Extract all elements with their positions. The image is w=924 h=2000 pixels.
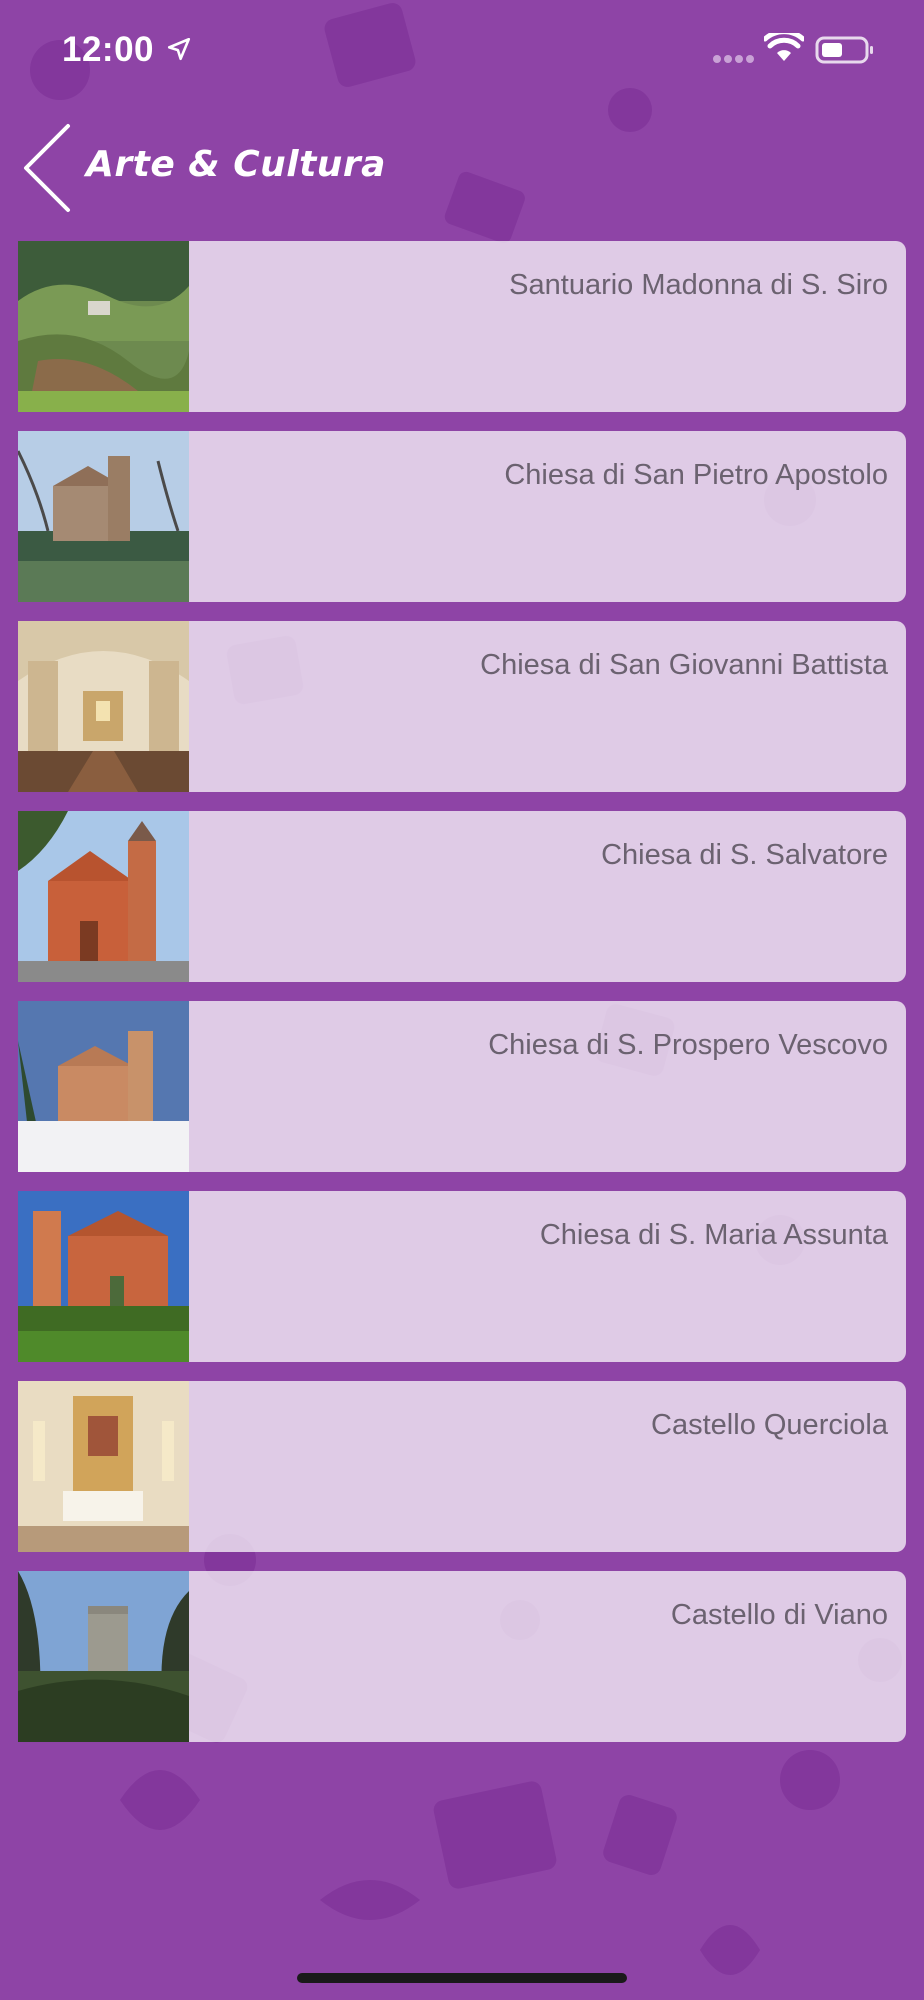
status-bar: 12:00 xyxy=(0,0,924,100)
page-title: Arte & Cultura xyxy=(86,144,386,185)
place-thumbnail xyxy=(18,241,189,412)
back-button[interactable] xyxy=(20,120,76,216)
place-thumbnail xyxy=(18,621,189,792)
list-item[interactable]: Castello Querciola xyxy=(18,1381,906,1552)
place-thumbnail xyxy=(18,1571,189,1742)
place-title: Castello Querciola xyxy=(651,1409,888,1441)
place-title: Chiesa di S. Prospero Vescovo xyxy=(488,1029,888,1061)
place-title: Chiesa di S. Maria Assunta xyxy=(539,1219,888,1251)
place-thumbnail xyxy=(18,1191,189,1362)
home-indicator[interactable] xyxy=(297,1973,627,1983)
list-item[interactable]: Chiesa di San Pietro Apostolo xyxy=(18,431,906,602)
list-item[interactable]: Castello di Viano xyxy=(18,1571,906,1742)
cellular-signal-icon xyxy=(713,55,754,63)
chevron-left-icon xyxy=(24,124,70,212)
status-time: 12:00 xyxy=(62,30,155,69)
place-title: Chiesa di San Pietro Apostolo xyxy=(504,459,888,491)
location-arrow-icon xyxy=(167,37,191,61)
place-title: Chiesa di San Giovanni Battista xyxy=(480,649,888,681)
wifi-icon xyxy=(764,33,804,61)
list-item[interactable]: Chiesa di San Giovanni Battista xyxy=(18,621,906,792)
place-thumbnail xyxy=(18,1381,189,1552)
list-item[interactable]: Chiesa di S. Maria Assunta xyxy=(18,1191,906,1362)
place-thumbnail xyxy=(18,1001,189,1172)
list-item[interactable]: Chiesa di S. Prospero Vescovo xyxy=(18,1001,906,1172)
navigation-bar: Arte & Cultura xyxy=(0,110,924,220)
list-item[interactable]: Chiesa di S. Salvatore xyxy=(18,811,906,982)
place-list: Santuario Madonna di S. Siro Chiesa di S… xyxy=(18,241,906,1761)
place-title: Chiesa di S. Salvatore xyxy=(601,839,888,871)
list-item[interactable]: Santuario Madonna di S. Siro xyxy=(18,241,906,412)
place-title: Santuario Madonna di S. Siro xyxy=(509,269,888,301)
battery-icon xyxy=(815,36,873,64)
place-thumbnail xyxy=(18,431,189,602)
place-title: Castello di Viano xyxy=(670,1599,888,1631)
place-thumbnail xyxy=(18,811,189,982)
